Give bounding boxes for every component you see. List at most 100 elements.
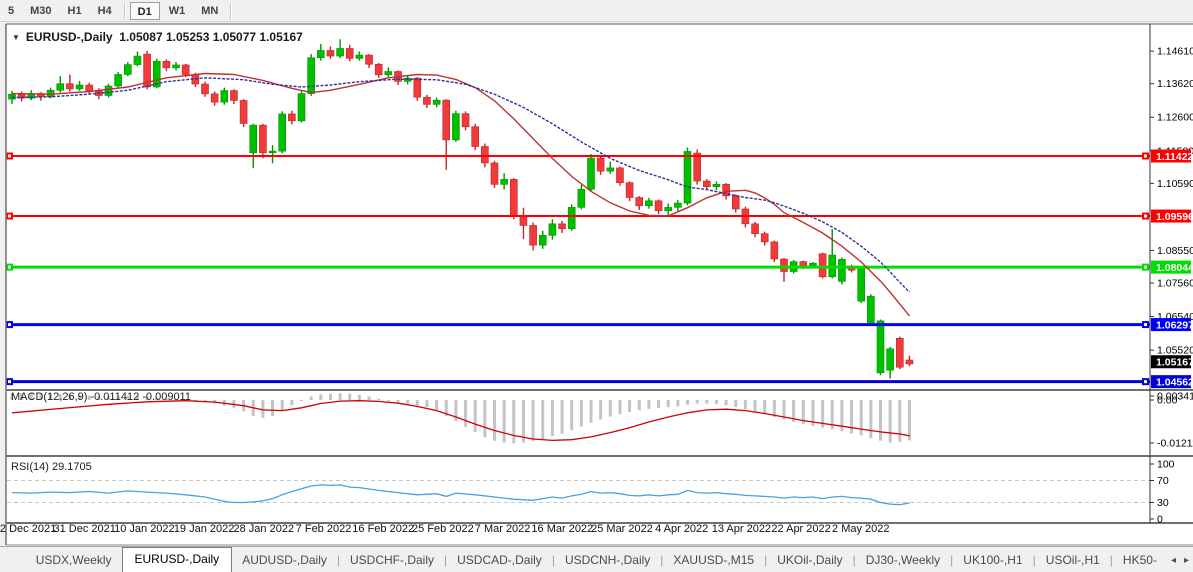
candlestick [597, 158, 604, 171]
hline-handle-dot [8, 380, 11, 383]
candlestick [655, 201, 662, 211]
trading-terminal-window: 5M30H1H4D1W1MN 1.146101.136201.126001.11… [0, 0, 1193, 572]
rsi-axis-label: 0 [1157, 514, 1163, 526]
candlestick [423, 97, 430, 104]
macd-histogram-bar [416, 400, 419, 405]
candlestick [173, 65, 180, 68]
hline-handle-dot [1144, 215, 1147, 218]
candlestick [809, 263, 816, 265]
hline-handle-dot [8, 266, 11, 269]
macd-histogram-bar [261, 400, 264, 418]
candlestick [317, 50, 324, 57]
hline-handle-dot [8, 215, 11, 218]
candlestick [616, 168, 623, 183]
date-axis-label: 16 Feb 2022 [352, 523, 414, 535]
price-axis-label: 1.07560 [1157, 278, 1193, 290]
hline-handle-dot [1144, 266, 1147, 269]
candlestick [115, 74, 122, 86]
macd-histogram-bar [725, 400, 728, 405]
macd-histogram-bar [618, 400, 621, 414]
macd-histogram-bar [541, 400, 544, 439]
macd-histogram-bar [898, 400, 901, 442]
candlestick [230, 91, 237, 101]
candlestick [636, 198, 643, 206]
macd-histogram-bar [609, 400, 612, 417]
price-axis-label: 1.13620 [1157, 78, 1193, 90]
price-axis-label: 1.05520 [1157, 345, 1193, 357]
candlestick [346, 48, 353, 58]
candlestick [337, 48, 344, 56]
date-axis-label: 22 Apr 2022 [771, 523, 830, 535]
candlestick [510, 179, 517, 215]
candlestick [327, 50, 334, 56]
candlestick [838, 259, 845, 281]
candlestick [645, 201, 652, 206]
candlestick [481, 147, 488, 163]
candlestick [288, 114, 295, 121]
macd-histogram-bar [425, 400, 428, 407]
chart-symbol-label: EURUSD-,Daily [26, 30, 113, 44]
candlestick [269, 151, 276, 153]
macd-histogram-bar [522, 400, 525, 443]
macd-histogram-bar [754, 400, 757, 412]
macd-histogram-bar [435, 400, 438, 410]
macd-histogram-bar [879, 400, 882, 441]
macd-histogram-bar [358, 395, 361, 400]
macd-histogram-bar [551, 400, 554, 436]
candlestick [124, 65, 131, 75]
macd-histogram-bar [483, 400, 486, 437]
macd-histogram-bar [281, 400, 284, 411]
chart-background [6, 24, 1193, 546]
candlestick [221, 91, 228, 103]
price-axis-label: 1.08550 [1157, 245, 1193, 257]
macd-histogram-bar [889, 400, 892, 443]
macd-histogram-bar [715, 400, 718, 404]
macd-histogram-bar [676, 400, 679, 406]
rsi-axis-label: 70 [1157, 475, 1169, 487]
macd-histogram-bar [493, 400, 496, 441]
candlestick [549, 224, 556, 236]
candlestick [665, 207, 672, 210]
candlestick [433, 100, 440, 104]
macd-histogram-bar [454, 400, 457, 421]
candlestick [607, 168, 614, 171]
macd-histogram-bar [368, 396, 371, 400]
macd-histogram-bar [705, 400, 708, 404]
price-axis-label: 1.14610 [1157, 46, 1193, 58]
hline-handle-dot [8, 323, 11, 326]
macd-indicator-label: MACD(12,26,9) -0.011412 -0.009011 [11, 391, 191, 403]
collapse-triangle-icon[interactable]: ▼ [12, 33, 20, 42]
candlestick [134, 56, 141, 65]
date-axis-label: 16 Mar 2022 [531, 523, 593, 535]
rsi-axis-label: 100 [1157, 459, 1175, 471]
candlestick [713, 184, 720, 186]
date-axis-label: 22 Dec 2021 [0, 523, 56, 535]
macd-axis-label: 0.00 [1157, 395, 1178, 407]
candlestick [240, 100, 247, 123]
candlestick [588, 158, 595, 189]
candlestick [375, 64, 382, 75]
date-axis-label: 25 Feb 2022 [412, 523, 474, 535]
macd-histogram-bar [744, 400, 747, 409]
macd-histogram-bar [532, 400, 535, 441]
macd-histogram-bar [348, 394, 351, 400]
macd-histogram-bar [397, 400, 400, 403]
candlestick [906, 360, 913, 364]
candlestick [867, 296, 874, 323]
macd-histogram-bar [696, 400, 699, 404]
price-axis-label: 1.12600 [1157, 112, 1193, 124]
candlestick [674, 203, 681, 207]
chart-ohlc-values: 1.05087 1.05253 1.05077 1.05167 [119, 30, 303, 44]
macd-histogram-bar [329, 394, 332, 400]
candlestick [752, 224, 759, 234]
macd-histogram-bar [570, 400, 573, 430]
candlestick [462, 114, 469, 127]
macd-histogram-bar [561, 400, 564, 434]
date-axis-label: 25 Mar 2022 [591, 523, 653, 535]
macd-histogram-bar [512, 400, 515, 443]
price-axis-label: 1.10590 [1157, 178, 1193, 190]
level-price-label: 1.04562 [1156, 377, 1193, 389]
candlestick [559, 224, 566, 229]
macd-histogram-bar [667, 400, 670, 407]
candlestick [684, 151, 691, 203]
